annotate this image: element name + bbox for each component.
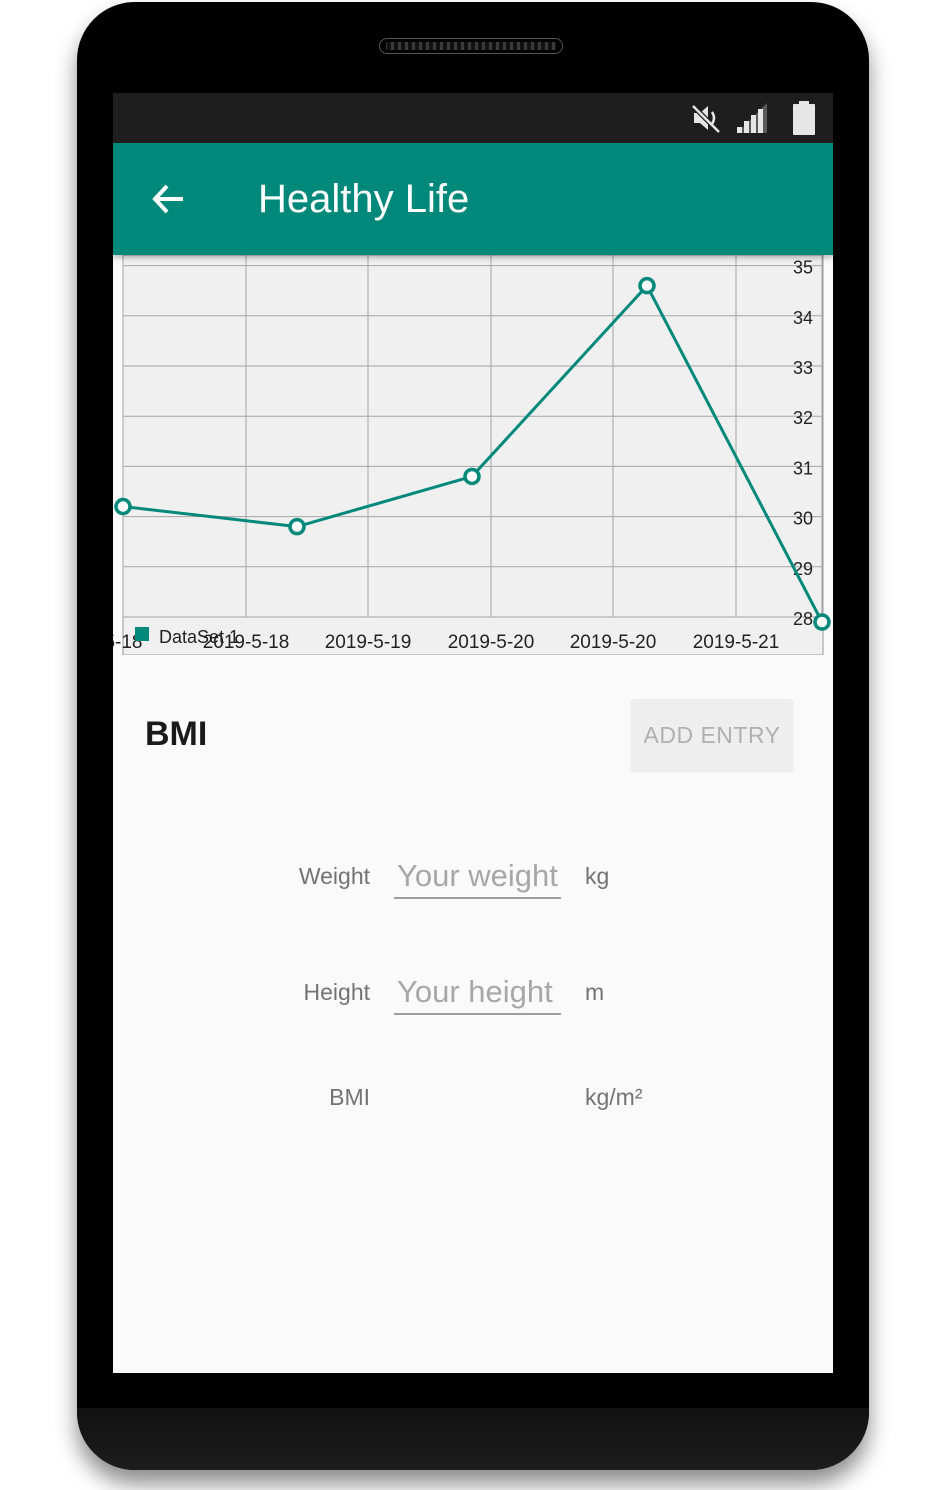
height-input[interactable] [394, 971, 561, 1015]
app-bar: Healthy Life [113, 143, 833, 255]
height-label: Height [303, 979, 370, 1005]
battery-icon [793, 101, 815, 135]
device-screen: Healthy Life 35343332313029289-5-182019-… [113, 93, 833, 1373]
bmi-line-chart[interactable]: 35343332313029289-5-182019-5-182019-5-19… [113, 255, 833, 655]
y-tick-label: 28 [793, 609, 813, 629]
muted-icon [691, 104, 721, 134]
y-tick-label: 34 [793, 308, 813, 328]
app-title: Healthy Life [258, 177, 470, 221]
x-tick-label: 2019-5-20 [570, 632, 657, 653]
signal-icon [737, 103, 767, 133]
data-point [463, 467, 481, 486]
y-tick-label: 32 [793, 408, 813, 428]
y-tick-label: 33 [793, 358, 813, 378]
y-tick-label: 30 [793, 509, 813, 529]
y-tick-label: 31 [793, 458, 813, 478]
bmi-unit: kg/m² [585, 1084, 643, 1110]
legend-label: DataSet 1 [159, 627, 239, 647]
y-tick-label: 35 [793, 258, 813, 278]
weight-unit: kg [585, 863, 610, 889]
bmi-label: BMI [329, 1084, 370, 1110]
x-tick-label: 2019-5-19 [325, 632, 412, 653]
weight-input[interactable] [394, 855, 561, 899]
x-tick-label: 2019-5-21 [693, 632, 780, 653]
x-tick-label: 2019-5-20 [448, 632, 535, 653]
data-point [288, 517, 306, 536]
status-bar [113, 93, 833, 143]
chart-background [122, 255, 824, 655]
add-entry-button[interactable]: ADD ENTRY [631, 699, 793, 771]
data-point [114, 497, 132, 516]
data-point [638, 276, 656, 295]
legend-swatch [135, 627, 149, 641]
speaker-grille [379, 38, 563, 54]
data-point [813, 613, 831, 631]
height-unit: m [585, 979, 605, 1005]
arrow-left-icon[interactable] [149, 179, 189, 219]
phone-chin [77, 1408, 869, 1470]
bmi-heading: BMI [145, 715, 208, 753]
weight-label: Weight [298, 863, 370, 889]
